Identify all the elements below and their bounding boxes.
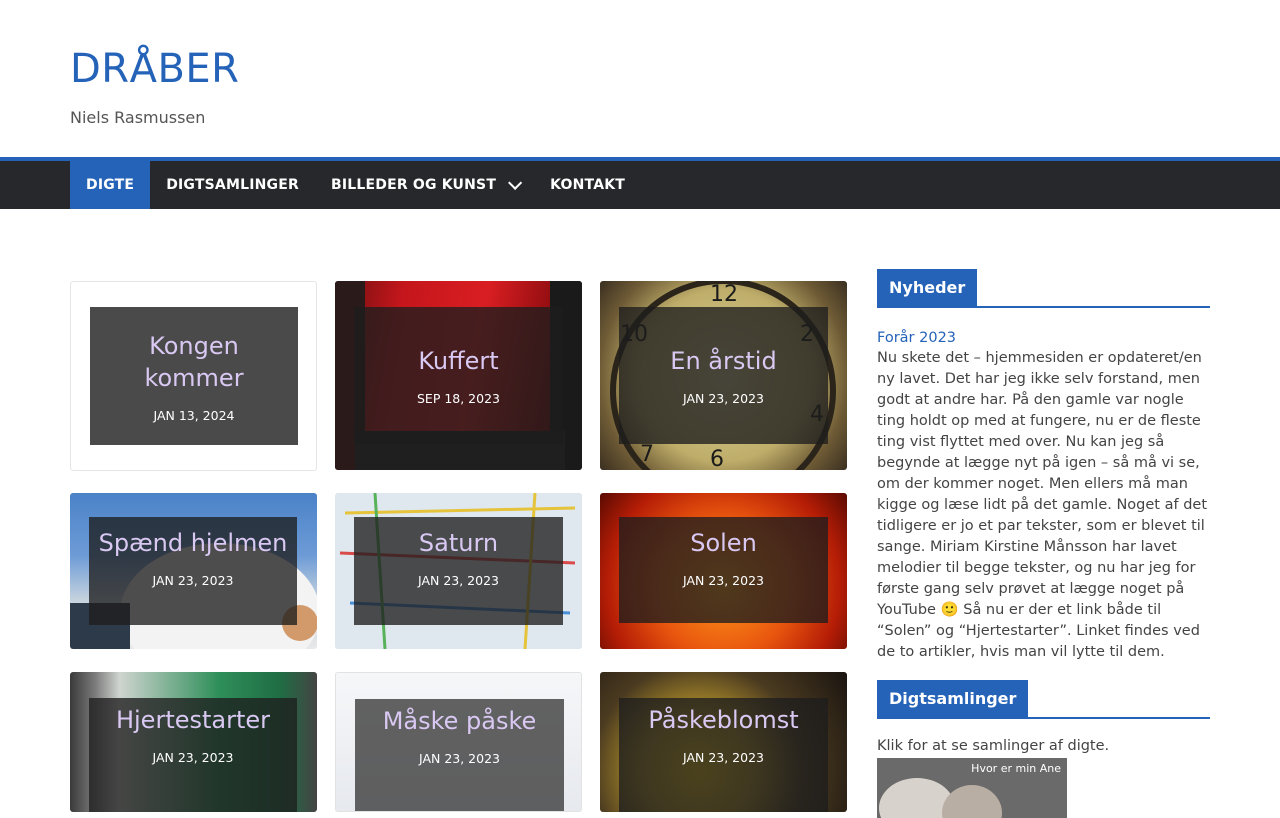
nav-item-kontakt[interactable]: KONTAKT bbox=[534, 161, 641, 209]
collections-intro: Klik for at se samlinger af digte. bbox=[877, 738, 1110, 754]
post-title[interactable]: Kuffert bbox=[418, 345, 498, 377]
post-date[interactable]: SEP 18, 2023 bbox=[417, 391, 500, 406]
main-navigation: DIGTE DIGTSAMLINGER BILLEDER OG KUNST KO… bbox=[0, 157, 1280, 209]
post-overlay: Solen JAN 23, 2023 bbox=[619, 517, 828, 623]
post-card[interactable]: Saturn JAN 23, 2023 bbox=[335, 493, 582, 649]
news-post-text: Nu skete det – hjemmesiden er opdateret/… bbox=[877, 350, 1208, 660]
post-card[interactable]: 12 10 2 4 7 6 En årstid JAN 23, 2023 bbox=[600, 281, 847, 470]
post-card[interactable]: Måske påske JAN 23, 2023 bbox=[335, 672, 582, 812]
chevron-down-icon[interactable] bbox=[508, 175, 523, 190]
post-card[interactable]: Hjertestarter JAN 23, 2023 bbox=[70, 672, 317, 812]
svg-text:12: 12 bbox=[710, 282, 738, 307]
post-card[interactable]: Spænd hjelmen JAN 23, 2023 bbox=[70, 493, 317, 649]
nav-item-digte[interactable]: DIGTE bbox=[70, 161, 151, 209]
post-card[interactable]: Kuffert SEP 18, 2023 bbox=[335, 281, 582, 470]
post-card[interactable]: Påskeblomst JAN 23, 2023 bbox=[600, 672, 847, 812]
news-widget: Nyheder Forår 2023 Nu skete det – hjemme… bbox=[877, 269, 1210, 663]
post-title[interactable]: Saturn bbox=[419, 527, 498, 559]
post-date[interactable]: JAN 23, 2023 bbox=[683, 750, 764, 765]
post-date[interactable]: JAN 13, 2024 bbox=[153, 408, 234, 423]
post-overlay: Måske påske JAN 23, 2023 bbox=[355, 699, 564, 811]
post-title[interactable]: En årstid bbox=[670, 345, 776, 377]
collections-widget: Digtsamlinger Klik for at se samlinger a… bbox=[877, 680, 1210, 818]
nav-item-digtsamlinger[interactable]: DIGTSAMLINGER bbox=[150, 161, 315, 209]
nav-item-label: BILLEDER OG KUNST bbox=[330, 177, 497, 193]
nav-item-label: KONTAKT bbox=[550, 177, 626, 193]
nav-item-label: DIGTE bbox=[86, 177, 135, 193]
post-date[interactable]: JAN 23, 2023 bbox=[419, 751, 500, 766]
post-card[interactable]: Kongen kommer JAN 13, 2024 bbox=[70, 281, 317, 471]
post-overlay: Kuffert SEP 18, 2023 bbox=[354, 307, 563, 444]
post-date[interactable]: JAN 23, 2023 bbox=[683, 573, 764, 588]
post-title[interactable]: Måske påske bbox=[383, 705, 537, 737]
widget-title: Digtsamlinger bbox=[877, 680, 1210, 719]
post-overlay: En årstid JAN 23, 2023 bbox=[619, 307, 828, 444]
widget-title: Nyheder bbox=[877, 269, 1210, 308]
site-header: DRÅBER Niels Rasmussen bbox=[0, 0, 1280, 157]
collection-thumbnail[interactable]: Hvor er min Ane bbox=[877, 758, 1067, 818]
post-overlay: Påskeblomst JAN 23, 2023 bbox=[619, 698, 828, 812]
post-title[interactable]: Spænd hjelmen bbox=[99, 527, 288, 559]
site-title[interactable]: DRÅBER bbox=[70, 46, 239, 92]
site-description: Niels Rasmussen bbox=[70, 108, 206, 127]
nav-item-label: DIGTSAMLINGER bbox=[166, 177, 299, 193]
post-overlay: Spænd hjelmen JAN 23, 2023 bbox=[89, 517, 297, 625]
post-overlay: Saturn JAN 23, 2023 bbox=[354, 517, 563, 625]
post-overlay: Hjertestarter JAN 23, 2023 bbox=[89, 698, 297, 812]
post-title[interactable]: Solen bbox=[690, 527, 757, 559]
post-card[interactable]: Solen JAN 23, 2023 bbox=[600, 493, 847, 649]
sidebar: Nyheder Forår 2023 Nu skete det – hjemme… bbox=[877, 269, 1210, 818]
post-overlay: Kongen kommer JAN 13, 2024 bbox=[90, 307, 298, 445]
news-heading: Nyheder bbox=[877, 269, 978, 306]
nav-item-billeder-og-kunst[interactable]: BILLEDER OG KUNST bbox=[315, 161, 534, 209]
post-date[interactable]: JAN 23, 2023 bbox=[418, 573, 499, 588]
svg-text:7: 7 bbox=[640, 442, 654, 467]
collections-heading: Digtsamlinger bbox=[877, 680, 1029, 717]
svg-text:6: 6 bbox=[710, 447, 724, 470]
post-title[interactable]: Kongen kommer bbox=[90, 330, 298, 394]
post-date[interactable]: JAN 23, 2023 bbox=[152, 750, 233, 765]
news-post-link[interactable]: Forår 2023 bbox=[877, 330, 1210, 346]
post-title[interactable]: Påskeblomst bbox=[648, 704, 798, 736]
post-title[interactable]: Hjertestarter bbox=[116, 704, 270, 736]
post-date[interactable]: JAN 23, 2023 bbox=[152, 573, 233, 588]
post-date[interactable]: JAN 23, 2023 bbox=[683, 391, 764, 406]
collection-caption: Hvor er min Ane bbox=[971, 762, 1061, 775]
